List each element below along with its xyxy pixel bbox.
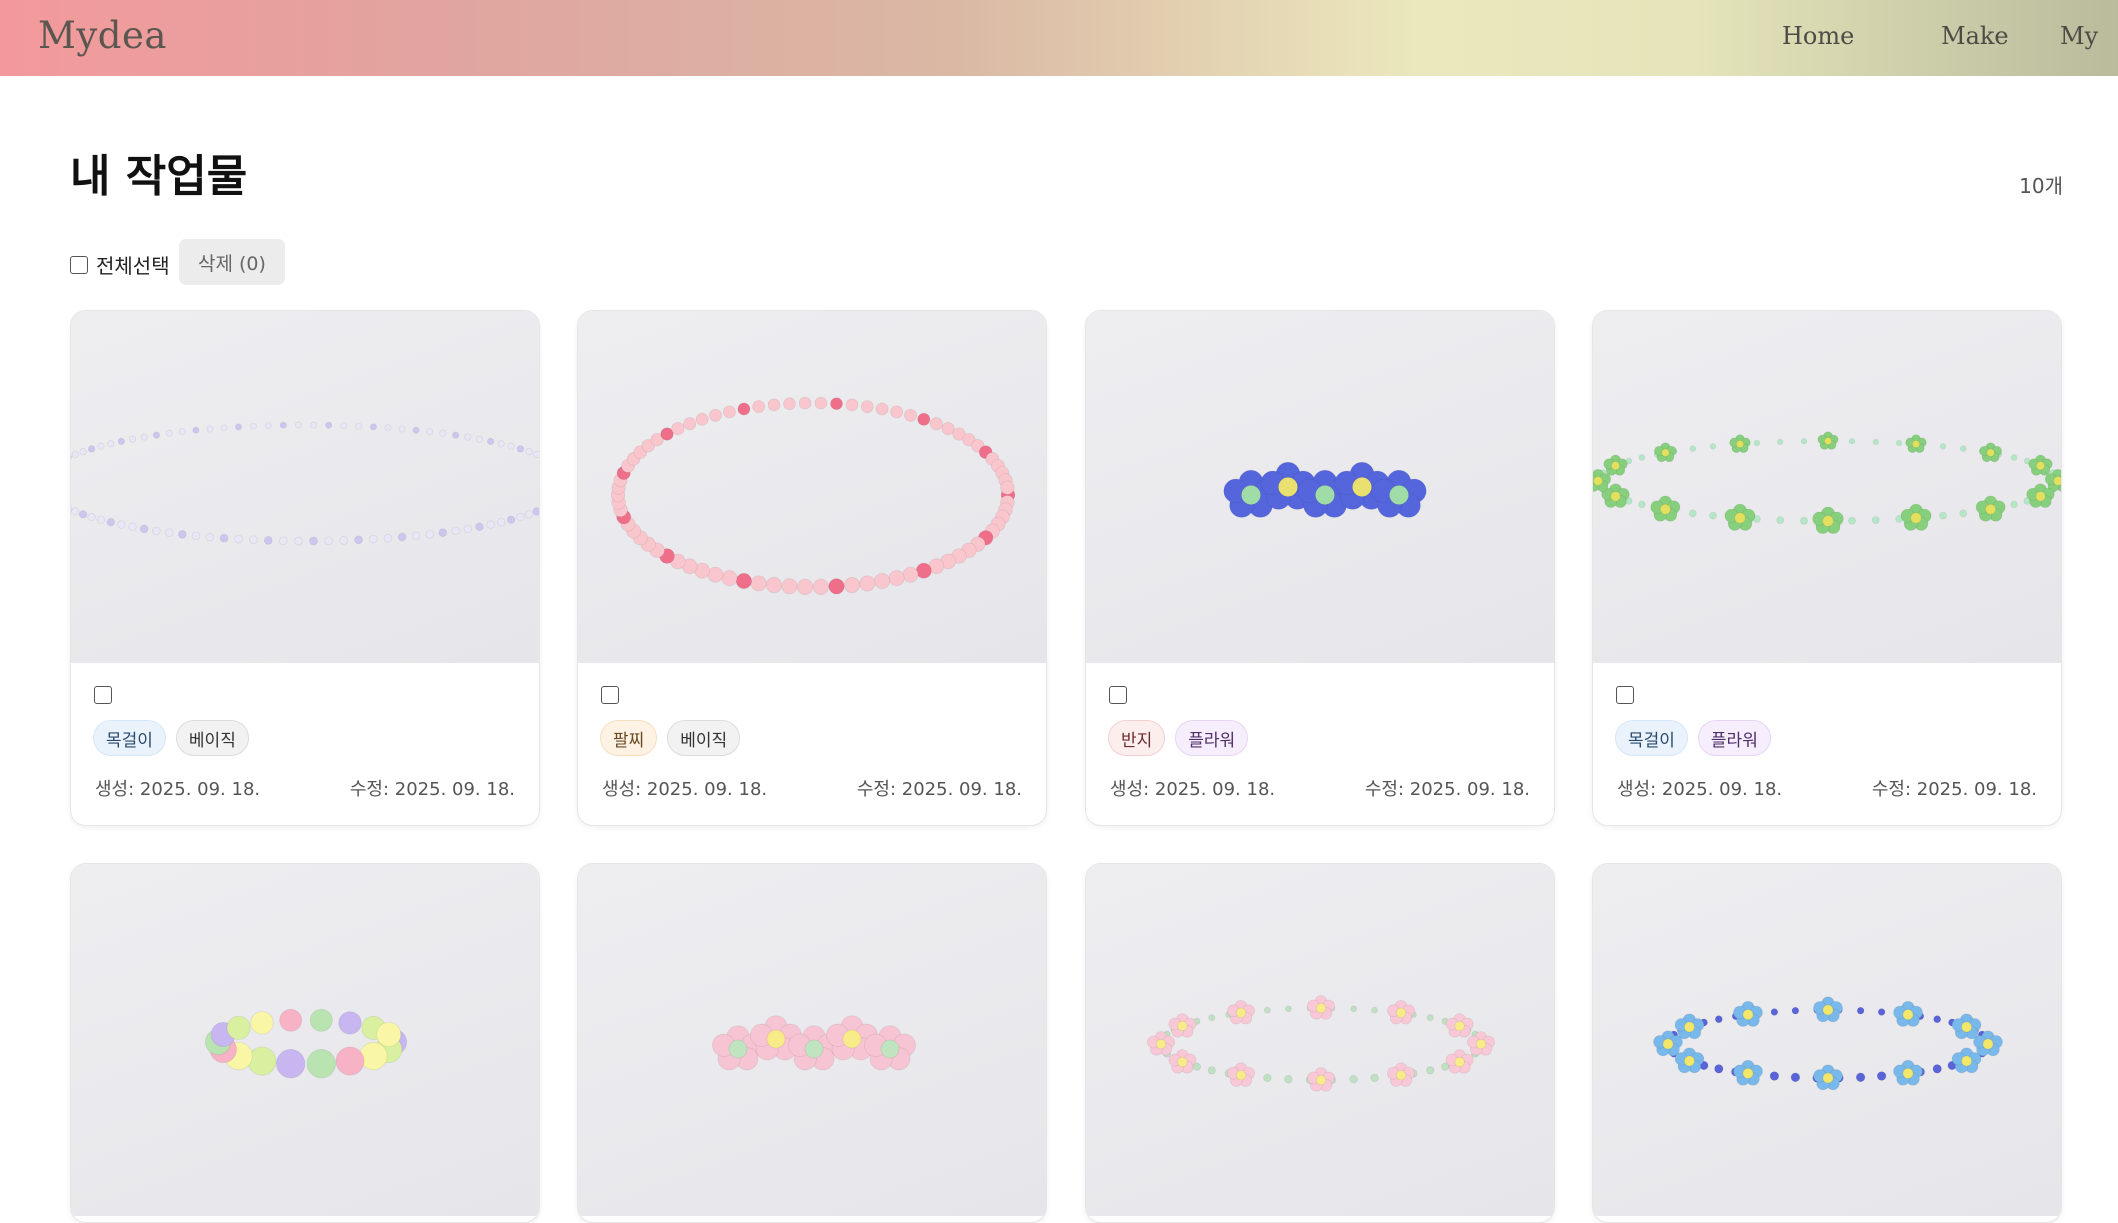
necklace-preview-image [71, 421, 539, 546]
style-tag: 플라워 [1175, 720, 1249, 756]
delete-button[interactable]: 삭제 (0) [179, 239, 285, 285]
tag-list: 팔찌 베이직 [600, 720, 750, 756]
category-tag: 반지 [1108, 720, 1166, 756]
work-thumbnail[interactable] [1086, 864, 1554, 1216]
modified-date: 수정: 2025. 09. 18. [1871, 779, 2037, 800]
card-checkbox[interactable] [94, 686, 112, 704]
nav-home-link[interactable]: Home [1782, 22, 1854, 50]
ring-preview-image [1223, 461, 1427, 518]
work-card[interactable]: 목걸이 베이직 생성: 2025. 09. 18. 수정: 2025. 09. … [70, 310, 540, 826]
tag-list: 목걸이 플라워 [1615, 720, 1781, 756]
page-title: 내 작업물 [70, 151, 248, 202]
tag-list: 목걸이 베이직 [93, 720, 259, 756]
tag-list: 반지 플라워 [1108, 720, 1258, 756]
pink-flower-bracelet-preview-image [1147, 995, 1496, 1092]
created-date: 생성: 2025. 09. 18. [1617, 779, 1783, 800]
created-date: 생성: 2025. 09. 18. [1110, 779, 1276, 800]
pastel-bracelet-preview-image [204, 1008, 408, 1079]
bracelet-preview-image [610, 396, 1016, 595]
work-card[interactable] [577, 863, 1047, 1223]
modified-date: 수정: 2025. 09. 18. [856, 779, 1022, 800]
card-checkbox[interactable] [601, 686, 619, 704]
category-tag: 목걸이 [1615, 720, 1688, 756]
created-date: 생성: 2025. 09. 18. [602, 779, 768, 800]
work-thumbnail[interactable] [578, 311, 1046, 663]
work-card[interactable] [1592, 863, 2062, 1223]
select-all-checkbox[interactable] [70, 255, 88, 274]
work-card[interactable]: 목걸이 플라워 생성: 2025. 09. 18. 수정: 2025. 09. … [1592, 310, 2062, 826]
brand-logo[interactable]: Mydea [38, 14, 167, 57]
work-card[interactable]: 팔찌 베이직 생성: 2025. 09. 18. 수정: 2025. 09. 1… [577, 310, 1047, 826]
nav-my-link[interactable]: My [2060, 22, 2098, 50]
work-thumbnail[interactable] [1593, 864, 2061, 1216]
select-all-label: 전체선택 [96, 254, 170, 278]
category-tag: 목걸이 [93, 720, 166, 756]
work-thumbnail[interactable] [71, 864, 539, 1216]
category-tag: 팔찌 [600, 720, 658, 756]
work-card[interactable]: 반지 플라워 생성: 2025. 09. 18. 수정: 2025. 09. 1… [1085, 310, 1555, 826]
card-checkbox[interactable] [1109, 686, 1127, 704]
style-tag: 베이직 [175, 720, 249, 756]
modified-date: 수정: 2025. 09. 18. [349, 779, 515, 800]
select-all[interactable]: 전체선택 [70, 250, 170, 279]
flower-necklace-preview-image [1593, 431, 2061, 534]
work-thumbnail[interactable] [578, 864, 1046, 1216]
blue-flower-bracelet-preview-image [1653, 996, 2003, 1091]
card-checkbox[interactable] [1616, 686, 1634, 704]
style-tag: 베이직 [667, 720, 741, 756]
modified-date: 수정: 2025. 09. 18. [1364, 779, 1530, 800]
work-card[interactable] [1085, 863, 1555, 1223]
work-thumbnail[interactable] [1593, 311, 2061, 663]
work-count: 10개 [2019, 174, 2063, 198]
pink-flower-ring-preview-image [712, 1015, 916, 1071]
work-card[interactable] [70, 863, 540, 1223]
nav-make-link[interactable]: Make [1941, 22, 2009, 50]
selection-toolbar: 전체선택 삭제 (0) [70, 238, 670, 286]
style-tag: 플라워 [1697, 720, 1771, 756]
created-date: 생성: 2025. 09. 18. [95, 779, 261, 800]
work-thumbnail[interactable] [71, 311, 539, 663]
top-navigation-bar: Mydea Home Make My [0, 0, 2118, 76]
work-thumbnail[interactable] [1086, 311, 1554, 663]
